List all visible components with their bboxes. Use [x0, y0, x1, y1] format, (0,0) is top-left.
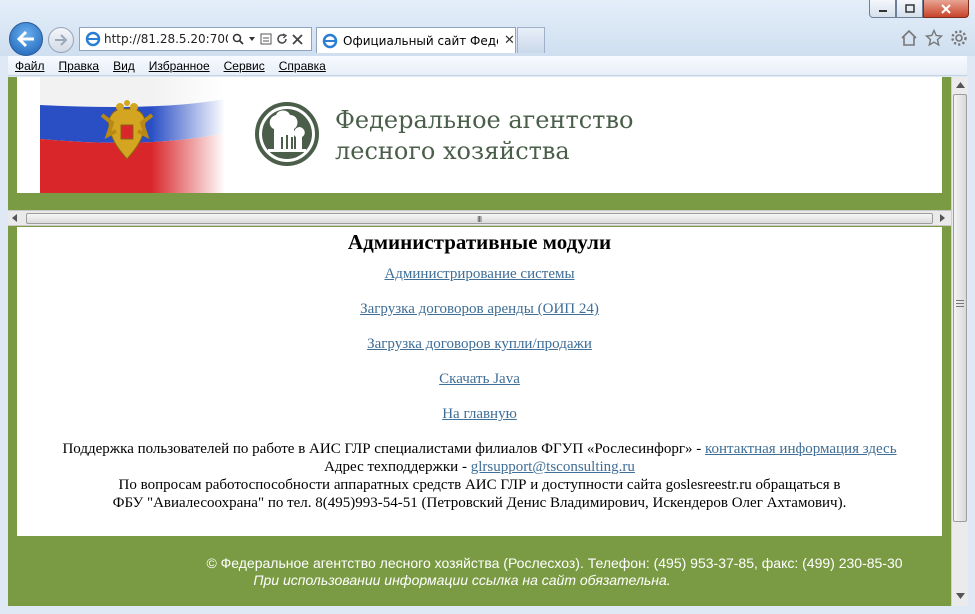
address-url[interactable]: http://81.28.5.20:7001/f	[104, 32, 228, 46]
scroll-grip: III	[477, 215, 482, 224]
minimize-icon	[878, 9, 887, 12]
scroll-up-icon[interactable]	[956, 82, 965, 88]
menu-favorites[interactable]: Избранное	[142, 59, 217, 73]
scroll-down-icon[interactable]	[956, 593, 965, 599]
browser-tab[interactable]: Официальный сайт Федер... ✕	[316, 27, 516, 53]
support-line-1: Поддержка пользователей по работе в АИС …	[17, 440, 942, 458]
page-title: Административные модули	[347, 230, 612, 254]
site-header: Федеральное агентство лесного хозяйства	[17, 77, 942, 193]
scroll-left-icon[interactable]	[12, 214, 17, 222]
support-text-1: Поддержка пользователей по работе в АИС …	[62, 441, 705, 457]
site-footer: © Федеральное агентство лесного хозяйств…	[8, 555, 951, 589]
menu-bar: Файл Правка Вид Избранное Сервис Справка	[8, 56, 967, 76]
menu-file[interactable]: Файл	[8, 59, 52, 73]
link-download-java[interactable]: Скачать Java	[17, 371, 942, 388]
module-links: Администрирование системы Загрузка догов…	[17, 266, 942, 423]
gear-icon[interactable]	[950, 29, 968, 47]
toolbar-icons	[900, 29, 968, 47]
forward-button[interactable]	[48, 27, 74, 53]
link-system-admin[interactable]: Администрирование системы	[17, 266, 942, 283]
browser-chrome: http://81.28.5.20:7001/f Официальный сай…	[0, 0, 975, 56]
back-arrow-icon	[16, 30, 34, 48]
new-tab-button[interactable]	[517, 27, 545, 53]
close-icon	[941, 3, 951, 14]
support-text-2: Адрес техподдержки -	[324, 459, 471, 475]
menu-help[interactable]: Справка	[272, 59, 333, 73]
agency-name: Федеральное агентство лесного хозяйства	[335, 105, 633, 167]
support-line-3: По вопросам работоспособности аппаратных…	[118, 477, 841, 493]
maximize-button[interactable]	[896, 0, 923, 18]
ie-tab-icon	[322, 33, 338, 48]
menu-tools[interactable]: Сервис	[217, 59, 272, 73]
frame-horizontal-scrollbar[interactable]: III	[8, 210, 951, 226]
scroll-grip-icon	[956, 300, 964, 307]
window-bottom-border	[0, 606, 975, 614]
compatibility-view-icon[interactable]	[260, 33, 272, 45]
footer-notice: При использовании информации ссылка на с…	[253, 572, 671, 588]
menu-edit[interactable]: Правка	[52, 59, 107, 73]
admin-modules-frame: Административные модули Администрировани…	[17, 227, 942, 536]
link-sale-contracts-upload[interactable]: Загрузка договоров купли/продажи	[17, 336, 942, 353]
scroll-right-icon[interactable]	[940, 214, 945, 222]
support-info: Поддержка пользователей по работе в АИС …	[17, 440, 942, 512]
back-button[interactable]	[9, 22, 43, 56]
forward-arrow-icon	[55, 34, 68, 46]
horizontal-scroll-thumb[interactable]: III	[26, 213, 933, 224]
link-lease-contracts-upload[interactable]: Загрузка договоров аренды (ОИП 24)	[17, 301, 942, 318]
window-controls	[869, 0, 969, 18]
close-window-button[interactable]	[923, 0, 969, 18]
support-line-2: Адрес техподдержки - glrsupport@tsconsul…	[17, 458, 942, 476]
search-icon[interactable]	[232, 33, 244, 45]
support-line-4: ФБУ "Авиалесоохрана" по тел. 8(495)993-5…	[112, 495, 847, 511]
menu-view[interactable]: Вид	[106, 59, 142, 73]
footer-copyright: © Федеральное агентство лесного хозяйств…	[206, 555, 903, 571]
favorites-star-icon[interactable]	[925, 29, 943, 47]
minimize-button[interactable]	[869, 0, 896, 18]
support-email-link[interactable]: glrsupport@tsconsulting.ru	[471, 459, 635, 475]
tab-close-icon[interactable]: ✕	[504, 33, 515, 48]
russian-flag-image	[40, 77, 225, 193]
agency-name-line1: Федеральное агентство	[335, 106, 634, 134]
maximize-icon	[904, 4, 915, 13]
vertical-scroll-thumb[interactable]	[953, 94, 967, 522]
tab-title: Официальный сайт Федер...	[343, 33, 498, 48]
contact-info-link[interactable]: контактная информация здесь	[705, 441, 897, 457]
page-viewport: Федеральное агентство лесного хозяйства …	[8, 77, 951, 606]
refresh-icon[interactable]	[276, 33, 288, 45]
ie-page-icon	[85, 31, 101, 47]
page-vertical-scrollbar[interactable]	[951, 77, 968, 606]
address-bar[interactable]: http://81.28.5.20:7001/f	[79, 27, 312, 51]
link-home[interactable]: На главную	[17, 406, 942, 423]
stop-icon[interactable]	[292, 33, 303, 45]
forest-agency-logo	[255, 102, 319, 166]
home-icon[interactable]	[900, 29, 918, 47]
agency-name-line2: лесного хозяйства	[335, 137, 570, 165]
chevron-down-icon[interactable]	[248, 36, 256, 42]
